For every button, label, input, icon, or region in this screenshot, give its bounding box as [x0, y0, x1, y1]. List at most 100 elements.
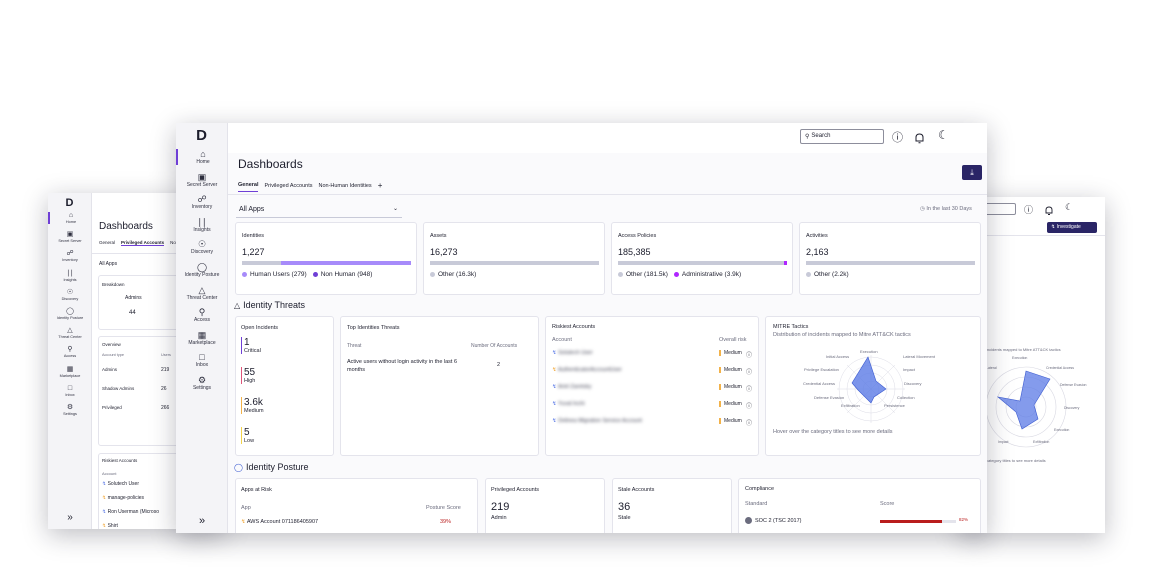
incident-high[interactable]: 55 High	[241, 367, 255, 384]
table-row[interactable]: ↯ Ariel Zaretsky Medium ⓘ	[552, 384, 756, 393]
app-filter-select[interactable]: All Apps ⌄	[236, 202, 402, 218]
incident-count: 1	[244, 337, 250, 348]
radar-label[interactable]: Defense Evasion	[1060, 383, 1086, 387]
radar-label[interactable]: Impact	[903, 367, 915, 372]
table-row[interactable]: ↯ Yuval Inchi Medium ⓘ	[552, 401, 756, 410]
delinea-logo: D	[196, 127, 207, 144]
add-tab-button[interactable]: +	[378, 181, 383, 192]
radar-label[interactable]: Execution	[1012, 356, 1027, 360]
server-icon: ▣	[66, 231, 74, 239]
collapse-button[interactable]: »	[176, 515, 228, 527]
info-icon[interactable]: ⓘ	[746, 401, 752, 410]
sidebar-item-label: Inventory	[191, 204, 213, 211]
theme-icon[interactable]: ☾	[938, 128, 949, 142]
sidebar-item-discovery[interactable]: ☉ Discovery	[176, 239, 228, 255]
info-icon[interactable]: ⓘ	[746, 418, 752, 427]
radar-label[interactable]: Privilege Escalation	[804, 367, 839, 372]
breakdown-name: Admins	[125, 295, 142, 301]
sidebar-item-marketplace[interactable]: ▦ Marketplace	[176, 330, 228, 346]
sidebar-item-label: Threat Center	[58, 335, 82, 340]
radar-label[interactable]: Credential Access	[1046, 366, 1074, 370]
sidebar-item-inventory[interactable]: ☍ Inventory	[48, 250, 92, 262]
sidebar-item-settings[interactable]: ⚙ Settings	[48, 404, 92, 416]
radar-label[interactable]: Impact	[998, 440, 1009, 444]
user-count: 26	[161, 386, 167, 392]
search-input[interactable]: ⚲ Search	[800, 129, 884, 144]
table-row[interactable]: ↯ Delinea Migration Service Account Mediu…	[552, 418, 756, 427]
divider	[228, 194, 987, 195]
help-icon[interactable]: ⓘ	[1024, 203, 1033, 216]
stat-card-access-policies[interactable]: Access Policies 185,385 Other (181.5k) Admi…	[611, 222, 793, 295]
period-filter[interactable]: ◷ In the last 30 Days	[920, 206, 972, 212]
radar-label[interactable]: Credential Access	[803, 381, 835, 386]
radar-label[interactable]: Exfiltration	[1033, 440, 1049, 444]
sidebar-item-inventory[interactable]: ☍ Inventory	[176, 194, 228, 210]
tab-privileged-accounts[interactable]: Privileged Accounts	[121, 240, 165, 246]
radar-label[interactable]: Collection	[897, 395, 915, 400]
info-icon[interactable]: ⓘ	[746, 384, 752, 393]
radar-label[interactable]: Exfiltration	[841, 403, 860, 408]
table-row[interactable]: ↯ AuthenticatorAccountUser Medium ⓘ	[552, 367, 756, 376]
sidebar-item-marketplace[interactable]: ▦ Marketplace	[48, 366, 92, 378]
incident-critical[interactable]: 1 Critical	[241, 337, 261, 354]
compliance-row[interactable]: SOC 2 (TSC 2017)	[745, 517, 801, 524]
sidebar-item-home[interactable]: ⌂ Home	[48, 212, 92, 224]
app-row[interactable]: ↯ AWS Account 071186405907	[241, 519, 318, 525]
incident-medium[interactable]: 3.6k Medium	[241, 397, 264, 414]
theme-icon[interactable]: ☾	[1065, 202, 1073, 213]
sidebar-item-home[interactable]: ⌂ Home	[176, 149, 228, 165]
sidebar-item-inbox[interactable]: □ Inbox	[176, 352, 228, 368]
sidebar-item-settings[interactable]: ⚙ Settings	[176, 375, 228, 391]
bell-icon[interactable]	[915, 131, 924, 149]
radar-label[interactable]: Lateral	[986, 366, 997, 370]
sidebar-item-inbox[interactable]: □ Inbox	[48, 385, 92, 397]
sidebar-item-secret-server[interactable]: ▣ Secret Server	[176, 172, 228, 188]
stat-card-assets[interactable]: Assets 16,273 Other (16.3k)	[423, 222, 605, 295]
list-item[interactable]: ↯ manage-policies	[102, 495, 144, 501]
sidebar-item-threat-center[interactable]: △ Threat Center	[48, 327, 92, 339]
radar-label[interactable]: Initial Access	[826, 354, 849, 359]
download-button[interactable]: ⤓	[962, 165, 982, 180]
stat-card-activities[interactable]: Activities 2,163 Other (2.2k)	[799, 222, 981, 295]
threat-row-label[interactable]: Active users without login activity in t…	[347, 358, 459, 374]
info-icon[interactable]: ⓘ	[746, 367, 752, 376]
list-item[interactable]: ↯ Ron Userman (Microso	[102, 509, 159, 515]
help-icon[interactable]: ⓘ	[892, 129, 903, 145]
radar-label[interactable]: Defense Evasion	[814, 395, 844, 400]
sidebar-item-discovery[interactable]: ☉ Discovery	[48, 289, 92, 301]
radar-label[interactable]: Discovery	[904, 381, 922, 386]
sidebar-item-identity-posture[interactable]: ◯ Identity Posture	[176, 262, 228, 278]
app-filter[interactable]: All Apps	[99, 261, 117, 267]
risk-badge: Medium	[719, 367, 742, 373]
stat-card-identities[interactable]: Identities 1,227 Human Users (279) Non Huma…	[235, 222, 417, 295]
sidebar-item-insights[interactable]: ∣∣ Insights	[176, 217, 228, 233]
sidebar-item-access[interactable]: ⚲ Access	[176, 307, 228, 323]
sidebar-item-secret-server[interactable]: ▣ Secret Server	[48, 231, 92, 243]
list-item[interactable]: ↯ Solutech User	[102, 481, 139, 487]
bell-icon[interactable]	[1045, 203, 1053, 215]
investigate-button[interactable]: ↯ Investigate	[1047, 222, 1097, 233]
sidebar-item-identity-posture[interactable]: ◯ Identity Posture	[48, 308, 92, 320]
list-item[interactable]: ↯ Shirt	[102, 523, 118, 529]
riskiest-header: Account	[102, 471, 117, 476]
incident-severity: Medium	[244, 408, 264, 414]
sidebar-item-access[interactable]: ⚲ Access	[48, 346, 92, 358]
top-threats-title: Top Identities Threats	[347, 325, 400, 331]
table-row[interactable]: ↯ Solutech User Medium ⓘ	[552, 350, 756, 359]
sidebar-item-threat-center[interactable]: △ Threat Center	[176, 285, 228, 301]
radar-label[interactable]: Discovery	[1064, 406, 1079, 410]
radar-label[interactable]: Persistence	[884, 403, 905, 408]
radar-label[interactable]: Execution	[1054, 428, 1069, 432]
radar-label[interactable]: Lateral Movement	[903, 354, 935, 359]
sidebar-item-insights[interactable]: ∣∣ Insights	[48, 270, 92, 282]
sidebar-item-label: Home	[196, 159, 210, 165]
tab-general[interactable]: General	[238, 182, 259, 192]
radar-label[interactable]: Execution	[860, 349, 878, 354]
tab-non-human-identities[interactable]: Non-Human Identities	[318, 183, 371, 192]
sidebar-item-label: Discovery	[61, 296, 79, 301]
info-icon[interactable]: ⓘ	[746, 350, 752, 359]
tab-general[interactable]: General	[99, 240, 115, 246]
collapse-button[interactable]: »	[48, 512, 92, 523]
tab-privileged-accounts[interactable]: Privileged Accounts	[264, 183, 312, 192]
incident-low[interactable]: 5 Low	[241, 427, 254, 444]
